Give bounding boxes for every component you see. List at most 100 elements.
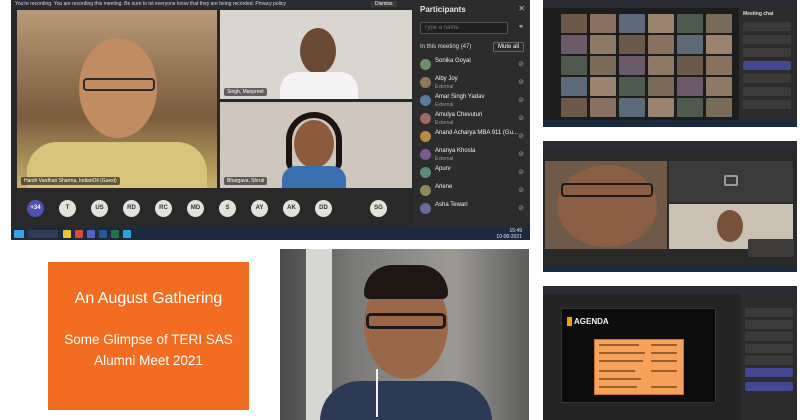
participant-row xyxy=(745,308,793,317)
participant-row[interactable]: Anand Acharya MBA 911 (Gu... ⊘ xyxy=(418,128,526,146)
video-tile[interactable] xyxy=(619,35,645,54)
participant-avatar[interactable]: AK xyxy=(283,200,300,217)
video-tile[interactable] xyxy=(648,56,674,75)
participant-row[interactable]: Ananya Khosla External ⊘ xyxy=(418,146,526,164)
mic-muted-icon[interactable]: ⊘ xyxy=(518,60,524,68)
video-tile[interactable] xyxy=(706,77,732,96)
participant-avatar[interactable]: AY xyxy=(251,200,268,217)
participant-row[interactable]: Alby Joy External ⊘ xyxy=(418,74,526,92)
video-tile[interactable] xyxy=(590,14,616,33)
mic-muted-icon[interactable]: ⊘ xyxy=(518,168,524,176)
video-tile[interactable] xyxy=(619,77,645,96)
participant-avatar[interactable]: S xyxy=(219,200,236,217)
mic-muted-icon[interactable]: ⊘ xyxy=(518,132,524,140)
video-tile[interactable] xyxy=(619,14,645,33)
dismiss-button[interactable]: Dismiss xyxy=(371,1,397,7)
participant-row[interactable]: Apurv ⊘ xyxy=(418,164,526,182)
participant-name: Alby Joy xyxy=(435,76,458,82)
video-tile-bhargava[interactable]: Bhargava, Shruti xyxy=(220,102,412,188)
chat-message xyxy=(743,35,791,44)
video-tile[interactable] xyxy=(561,77,587,96)
file-explorer-icon[interactable] xyxy=(63,230,71,238)
video-tile[interactable] xyxy=(561,98,587,117)
participant-avatar[interactable]: US xyxy=(91,200,108,217)
telegram-icon[interactable] xyxy=(123,230,131,238)
chat-message xyxy=(743,22,791,31)
video-tile[interactable] xyxy=(590,77,616,96)
participant-row[interactable]: Amulya Chevuturi External ⊘ xyxy=(418,110,526,128)
mic-muted-icon[interactable]: ⊘ xyxy=(518,204,524,212)
mic-muted-icon[interactable]: ⊘ xyxy=(518,150,524,158)
video-tile[interactable] xyxy=(677,98,703,117)
mic-muted-icon[interactable]: ⊘ xyxy=(518,114,524,122)
door-frame xyxy=(306,249,332,420)
windows-start-icon[interactable] xyxy=(14,230,24,238)
teams-icon[interactable] xyxy=(87,230,95,238)
participant-row[interactable]: Arlene ⊘ xyxy=(418,182,526,200)
chat-message xyxy=(743,48,791,57)
mute-all-button[interactable]: Mute all xyxy=(492,42,524,52)
video-tile[interactable] xyxy=(706,56,732,75)
participant-row xyxy=(745,344,793,353)
participant-shirt xyxy=(280,72,358,99)
video-tile[interactable] xyxy=(706,14,732,33)
participants-panel xyxy=(741,294,797,420)
windows-taskbar xyxy=(543,265,797,272)
word-icon[interactable] xyxy=(99,230,107,238)
video-tile-singh[interactable]: Singh, Manpreet xyxy=(220,10,412,99)
video-tile[interactable] xyxy=(677,56,703,75)
video-tile[interactable] xyxy=(648,77,674,96)
meeting-chat-panel: Meeting chat xyxy=(739,8,797,127)
video-tile[interactable] xyxy=(619,98,645,117)
excel-icon[interactable] xyxy=(111,230,119,238)
participant-avatar[interactable]: RD xyxy=(123,200,140,217)
mic-muted-icon[interactable]: ⊘ xyxy=(518,186,524,194)
mic-muted-icon[interactable]: ⊘ xyxy=(518,96,524,104)
recording-banner xyxy=(543,286,797,294)
video-tile[interactable] xyxy=(706,98,732,117)
participant-avatar xyxy=(420,77,431,88)
video-tile[interactable] xyxy=(561,56,587,75)
video-off-tile[interactable] xyxy=(669,161,793,202)
video-tile[interactable] xyxy=(648,98,674,117)
video-tile[interactable] xyxy=(561,14,587,33)
video-tile[interactable] xyxy=(677,77,703,96)
participant-avatar[interactable]: SG xyxy=(370,200,387,217)
participant-avatar[interactable]: T xyxy=(59,200,76,217)
recording-banner-text: You're recording. You are recording this… xyxy=(15,1,286,7)
video-tile[interactable] xyxy=(706,35,732,54)
video-tile[interactable] xyxy=(677,14,703,33)
participant-avatar[interactable]: MD xyxy=(187,200,204,217)
more-participants-avatar[interactable]: +34 xyxy=(27,200,44,217)
participant-avatar[interactable]: RC xyxy=(155,200,172,217)
share-invite-icon[interactable]: ⚭ xyxy=(518,23,524,31)
video-tile[interactable] xyxy=(677,35,703,54)
participant-glasses xyxy=(561,183,653,197)
participant-avatar-strip xyxy=(547,408,737,418)
video-tile[interactable] xyxy=(561,35,587,54)
browser-icon[interactable] xyxy=(75,230,83,238)
participant-row[interactable]: Sonika Goyal ⊘ xyxy=(418,56,526,74)
mic-muted-icon[interactable]: ⊘ xyxy=(518,78,524,86)
video-tile[interactable] xyxy=(648,35,674,54)
video-tile[interactable] xyxy=(619,56,645,75)
participant-avatar xyxy=(420,185,431,196)
participant-row[interactable]: Asha Tewari ⊘ xyxy=(418,200,526,218)
close-icon[interactable]: ✕ xyxy=(518,4,525,13)
video-tile[interactable] xyxy=(590,98,616,117)
chat-notification[interactable] xyxy=(748,239,794,257)
speaker-video-photo xyxy=(280,249,529,420)
video-tile-speaker[interactable] xyxy=(545,161,667,249)
agenda-text-line xyxy=(599,370,635,372)
agenda-text-line xyxy=(599,344,639,346)
participant-list: Sonika Goyal ⊘ Alby Joy External ⊘ Amar Singh… xyxy=(418,56,526,218)
participant-glasses xyxy=(83,78,155,91)
video-tile[interactable] xyxy=(590,56,616,75)
video-tile-harsh[interactable]: Harsh Vardhan Sharma, IndianOil (Guest) xyxy=(17,10,217,188)
video-tile[interactable] xyxy=(648,14,674,33)
participant-search-input[interactable] xyxy=(420,22,508,34)
participant-avatar[interactable]: DD xyxy=(315,200,332,217)
participant-row[interactable]: Amar Singh Yadav External ⊘ xyxy=(418,92,526,110)
video-tile[interactable] xyxy=(590,35,616,54)
taskbar-search-box[interactable] xyxy=(28,230,58,238)
